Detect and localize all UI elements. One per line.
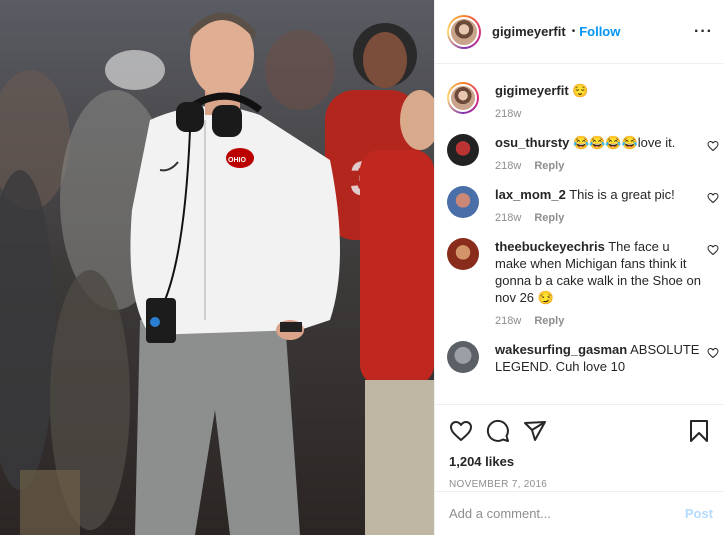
author-username[interactable]: gigimeyerfit xyxy=(492,24,566,39)
post-header: gigimeyerfit • Follow ··· xyxy=(435,0,723,64)
post-photo-illustration: 32 OHIO xyxy=(0,0,434,535)
commenter-username[interactable]: osu_thursty xyxy=(495,135,569,150)
more-options-icon[interactable]: ··· xyxy=(694,23,713,41)
comment-age: 218w xyxy=(495,212,522,224)
commenter-avatar[interactable] xyxy=(447,238,479,270)
commenter-avatar[interactable] xyxy=(447,186,479,218)
caption: gigimeyerfit 😌 218w xyxy=(447,82,713,120)
commenter-avatar[interactable] xyxy=(447,341,479,373)
comment-item: wakesurfing_gasman ABSOLUTE LEGEND. Cuh … xyxy=(447,341,719,375)
add-comment-input[interactable] xyxy=(449,506,685,521)
post-comment-button[interactable]: Post xyxy=(685,506,713,521)
bookmark-icon[interactable] xyxy=(687,419,711,443)
comment-age: 218w xyxy=(495,315,522,327)
comment-text: 😂😂😂😂love it. xyxy=(573,135,676,150)
caption-text: gigimeyerfit 😌 xyxy=(495,82,701,99)
heart-icon[interactable] xyxy=(449,419,473,443)
post-date: NOVEMBER 7, 2016 xyxy=(449,479,548,490)
reply-button[interactable]: Reply xyxy=(534,315,564,327)
paper-plane-icon[interactable] xyxy=(523,419,547,443)
follow-button[interactable]: Follow xyxy=(579,24,620,39)
action-bar xyxy=(449,417,711,445)
add-comment-bar: Post xyxy=(435,491,723,535)
caption-age: 218w xyxy=(495,108,522,120)
caption-avatar[interactable] xyxy=(447,82,479,114)
author-avatar[interactable] xyxy=(447,14,481,49)
comment-bubble-icon[interactable] xyxy=(486,419,510,443)
comment-like-heart-icon[interactable] xyxy=(707,192,719,204)
separator-dot: • xyxy=(571,26,576,37)
comment-like-heart-icon[interactable] xyxy=(707,244,719,256)
comment-text: This is a great pic! xyxy=(569,187,675,202)
reply-button[interactable]: Reply xyxy=(534,160,564,172)
caption-meta: 218w xyxy=(495,108,701,120)
comment-item: lax_mom_2 This is a great pic! 218w Repl… xyxy=(447,186,719,224)
commenter-username[interactable]: lax_mom_2 xyxy=(495,187,566,202)
instagram-post: 32 OHIO xyxy=(0,0,723,535)
likes-count[interactable]: 1,204 likes xyxy=(449,454,711,469)
post-side-panel: gigimeyerfit • Follow ··· gigimeyerfit 😌… xyxy=(434,0,723,535)
comment-item: osu_thursty 😂😂😂😂love it. 218w Reply xyxy=(447,134,719,172)
svg-text:OHIO: OHIO xyxy=(228,157,246,164)
post-actions: 1,204 likes NOVEMBER 7, 2016 xyxy=(435,404,723,490)
comment-age: 218w xyxy=(495,160,522,172)
caption-body: 😌 xyxy=(572,83,589,98)
comment-like-heart-icon[interactable] xyxy=(707,347,719,359)
commenter-avatar[interactable] xyxy=(447,134,479,166)
reply-button[interactable]: Reply xyxy=(534,212,564,224)
commenter-username[interactable]: wakesurfing_gasman xyxy=(495,342,627,357)
comment-like-heart-icon[interactable] xyxy=(707,140,719,152)
post-photo[interactable]: 32 OHIO xyxy=(0,0,434,535)
caption-username[interactable]: gigimeyerfit xyxy=(495,83,569,98)
comments-list[interactable]: gigimeyerfit 😌 218w osu_thursty 😂😂😂😂love… xyxy=(435,66,723,403)
comment-item: theebuckeyechris The face u make when Mi… xyxy=(447,238,719,327)
commenter-username[interactable]: theebuckeyechris xyxy=(495,239,605,254)
